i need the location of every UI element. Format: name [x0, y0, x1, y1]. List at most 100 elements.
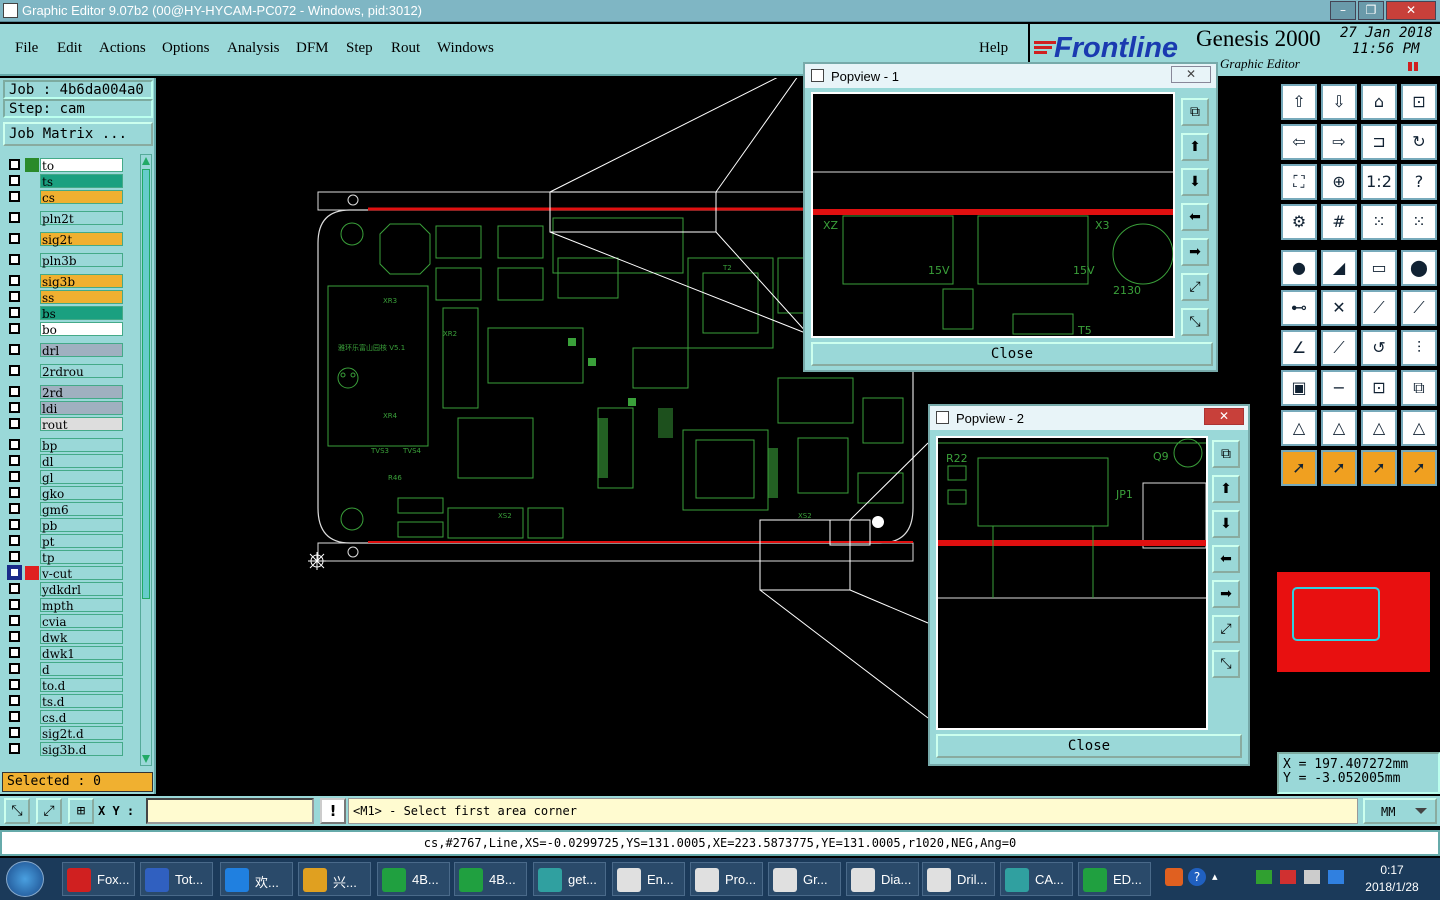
popview-nav-button[interactable]: ⬇	[1181, 168, 1209, 196]
pointer-icon[interactable]: ➚	[1281, 450, 1317, 486]
layer-checkbox[interactable]	[9, 439, 20, 450]
taskbar-item[interactable]: Pro...	[690, 862, 763, 896]
layer-checkbox[interactable]	[9, 743, 20, 754]
overview-map[interactable]	[1277, 488, 1440, 758]
zoom-area-icon[interactable]: ⤡	[4, 798, 30, 824]
grid-icon[interactable]: #	[1321, 204, 1357, 240]
popview-nav-button[interactable]: ⬅	[1181, 203, 1209, 231]
layer-checkbox[interactable]	[9, 159, 20, 170]
layer-row[interactable]: gm6	[5, 502, 123, 517]
layer-scrollbar[interactable]	[140, 154, 152, 766]
minimize-button[interactable]: –	[1330, 1, 1356, 20]
layer-row[interactable]: pln3b	[5, 253, 123, 268]
layer-row[interactable]: cs.d	[5, 710, 123, 725]
popview-1-close-button[interactable]: Close	[811, 342, 1213, 366]
taskbar-item[interactable]: Gr...	[768, 862, 841, 896]
alert-icon[interactable]: !	[320, 798, 346, 824]
layer-checkbox[interactable]	[9, 711, 20, 722]
popview-nav-button[interactable]: ⬆	[1212, 475, 1240, 503]
layer-row[interactable]: d	[5, 662, 123, 677]
layer-row[interactable]: ldi	[5, 401, 123, 416]
pointer2-icon[interactable]: ➚	[1321, 450, 1357, 486]
arc-icon[interactable]: ↺	[1361, 330, 1397, 366]
box-icon[interactable]: ⊡	[1361, 370, 1397, 406]
menu-help[interactable]: Help	[979, 40, 1008, 57]
popview-nav-button[interactable]: ➡	[1181, 238, 1209, 266]
ruler-icon[interactable]: ▭	[1361, 250, 1397, 286]
job-matrix-button[interactable]: Job Matrix ...	[3, 122, 153, 146]
layer-checkbox[interactable]	[9, 535, 20, 546]
clock[interactable]: 0:17 2018/1/28	[1352, 862, 1432, 896]
measure-icon[interactable]: ⤢	[36, 798, 62, 824]
layer-checkbox[interactable]	[9, 307, 20, 318]
feature-icon[interactable]: ⫶	[1401, 330, 1437, 366]
layer-row[interactable]: bp	[5, 438, 123, 453]
layer-row[interactable]: pln2t	[5, 211, 123, 226]
help-tray-icon[interactable]: ?	[1188, 868, 1206, 886]
menu-actions[interactable]: Actions	[99, 40, 146, 57]
net-icon[interactable]: ⊷	[1281, 290, 1317, 326]
layer-checkbox[interactable]	[9, 402, 20, 413]
taskbar-item[interactable]: En...	[612, 862, 685, 896]
query-icon[interactable]: ?	[1401, 164, 1437, 200]
warn-icon[interactable]: △	[1281, 410, 1317, 446]
xy-input[interactable]	[146, 798, 314, 824]
menu-file[interactable]: File	[15, 40, 38, 57]
start-button[interactable]	[6, 861, 44, 897]
layer-row[interactable]: cvia	[5, 614, 123, 629]
taskbar-item[interactable]: 4B...	[377, 862, 450, 896]
menu-windows[interactable]: Windows	[437, 40, 494, 57]
popview-2-viewport[interactable]: R22 Q9 JP1	[936, 436, 1208, 730]
scale-1-2-icon[interactable]: 1:2	[1361, 164, 1397, 200]
rect-icon[interactable]: ▣	[1281, 370, 1317, 406]
layer-row[interactable]: sig2t	[5, 232, 123, 247]
pointer3-icon[interactable]: ➚	[1361, 450, 1397, 486]
popview-nav-button[interactable]: ⧉	[1181, 98, 1209, 126]
layer-checkbox[interactable]	[9, 647, 20, 658]
popview-nav-button[interactable]: ⤡	[1181, 308, 1209, 336]
layer-checkbox[interactable]	[9, 631, 20, 642]
layer-checkbox[interactable]	[9, 344, 20, 355]
shapes-icon[interactable]: ⧉	[1401, 370, 1437, 406]
layer-checkbox[interactable]	[9, 615, 20, 626]
slash-icon[interactable]: ⟋	[1321, 330, 1357, 366]
layer-row[interactable]: sig3b.d	[5, 742, 123, 757]
popview-nav-button[interactable]: ⬇	[1212, 510, 1240, 538]
popview-nav-button[interactable]: ⬆	[1181, 133, 1209, 161]
scroll-up-icon[interactable]	[142, 157, 150, 165]
popview-1-titlebar[interactable]: Popview - 1 ✕	[805, 64, 1216, 88]
layer-checkbox[interactable]	[9, 323, 20, 334]
taskbar-item[interactable]: ED...	[1078, 862, 1151, 896]
popview-nav-button[interactable]: ⤢	[1181, 273, 1209, 301]
menu-dfm[interactable]: DFM	[296, 40, 329, 57]
snap-red2-icon[interactable]: ⁙	[1401, 204, 1437, 240]
mirror-icon[interactable]: ⊐	[1361, 124, 1397, 160]
layer-checkbox[interactable]	[9, 727, 20, 738]
layer-row[interactable]: to.d	[5, 678, 123, 693]
layer-row[interactable]: gko	[5, 486, 123, 501]
color-icon[interactable]: ◢	[1321, 250, 1357, 286]
zoom-fit-icon[interactable]: ⛶	[1281, 164, 1317, 200]
taskbar-item[interactable]: Tot...	[140, 862, 213, 896]
tray-expand-icon[interactable]: ▴	[1212, 870, 1218, 883]
layer-row[interactable]: 2rd	[5, 385, 123, 400]
layer-row[interactable]: ydkdrl	[5, 582, 123, 597]
grid-snap-icon[interactable]: ⊞	[68, 798, 94, 824]
zoom-center-icon[interactable]: ⊕	[1321, 164, 1357, 200]
layer-checkbox[interactable]	[9, 583, 20, 594]
layer-row[interactable]: pb	[5, 518, 123, 533]
layer-checkbox[interactable]	[9, 471, 20, 482]
layer-row[interactable]: ts.d	[5, 694, 123, 709]
minus-icon[interactable]: −	[1321, 370, 1357, 406]
layer-row[interactable]: bo	[5, 322, 123, 337]
line-icon[interactable]: ⟋	[1361, 290, 1397, 326]
popview-1-viewport[interactable]: XZ X3 GND 15V 15V 2130 T5	[800, 92, 1175, 338]
popview-2-close-icon[interactable]: ✕	[1204, 408, 1244, 425]
taskbar-item[interactable]: Fox...	[62, 862, 135, 896]
layer-row[interactable]: gl	[5, 470, 123, 485]
layer-row[interactable]: pt	[5, 534, 123, 549]
pan-right-icon[interactable]: ⇨	[1321, 124, 1357, 160]
layer-checkbox[interactable]	[9, 551, 20, 562]
popview-nav-button[interactable]: ⬅	[1212, 545, 1240, 573]
taskbar-item[interactable]: 欢...	[220, 862, 293, 896]
